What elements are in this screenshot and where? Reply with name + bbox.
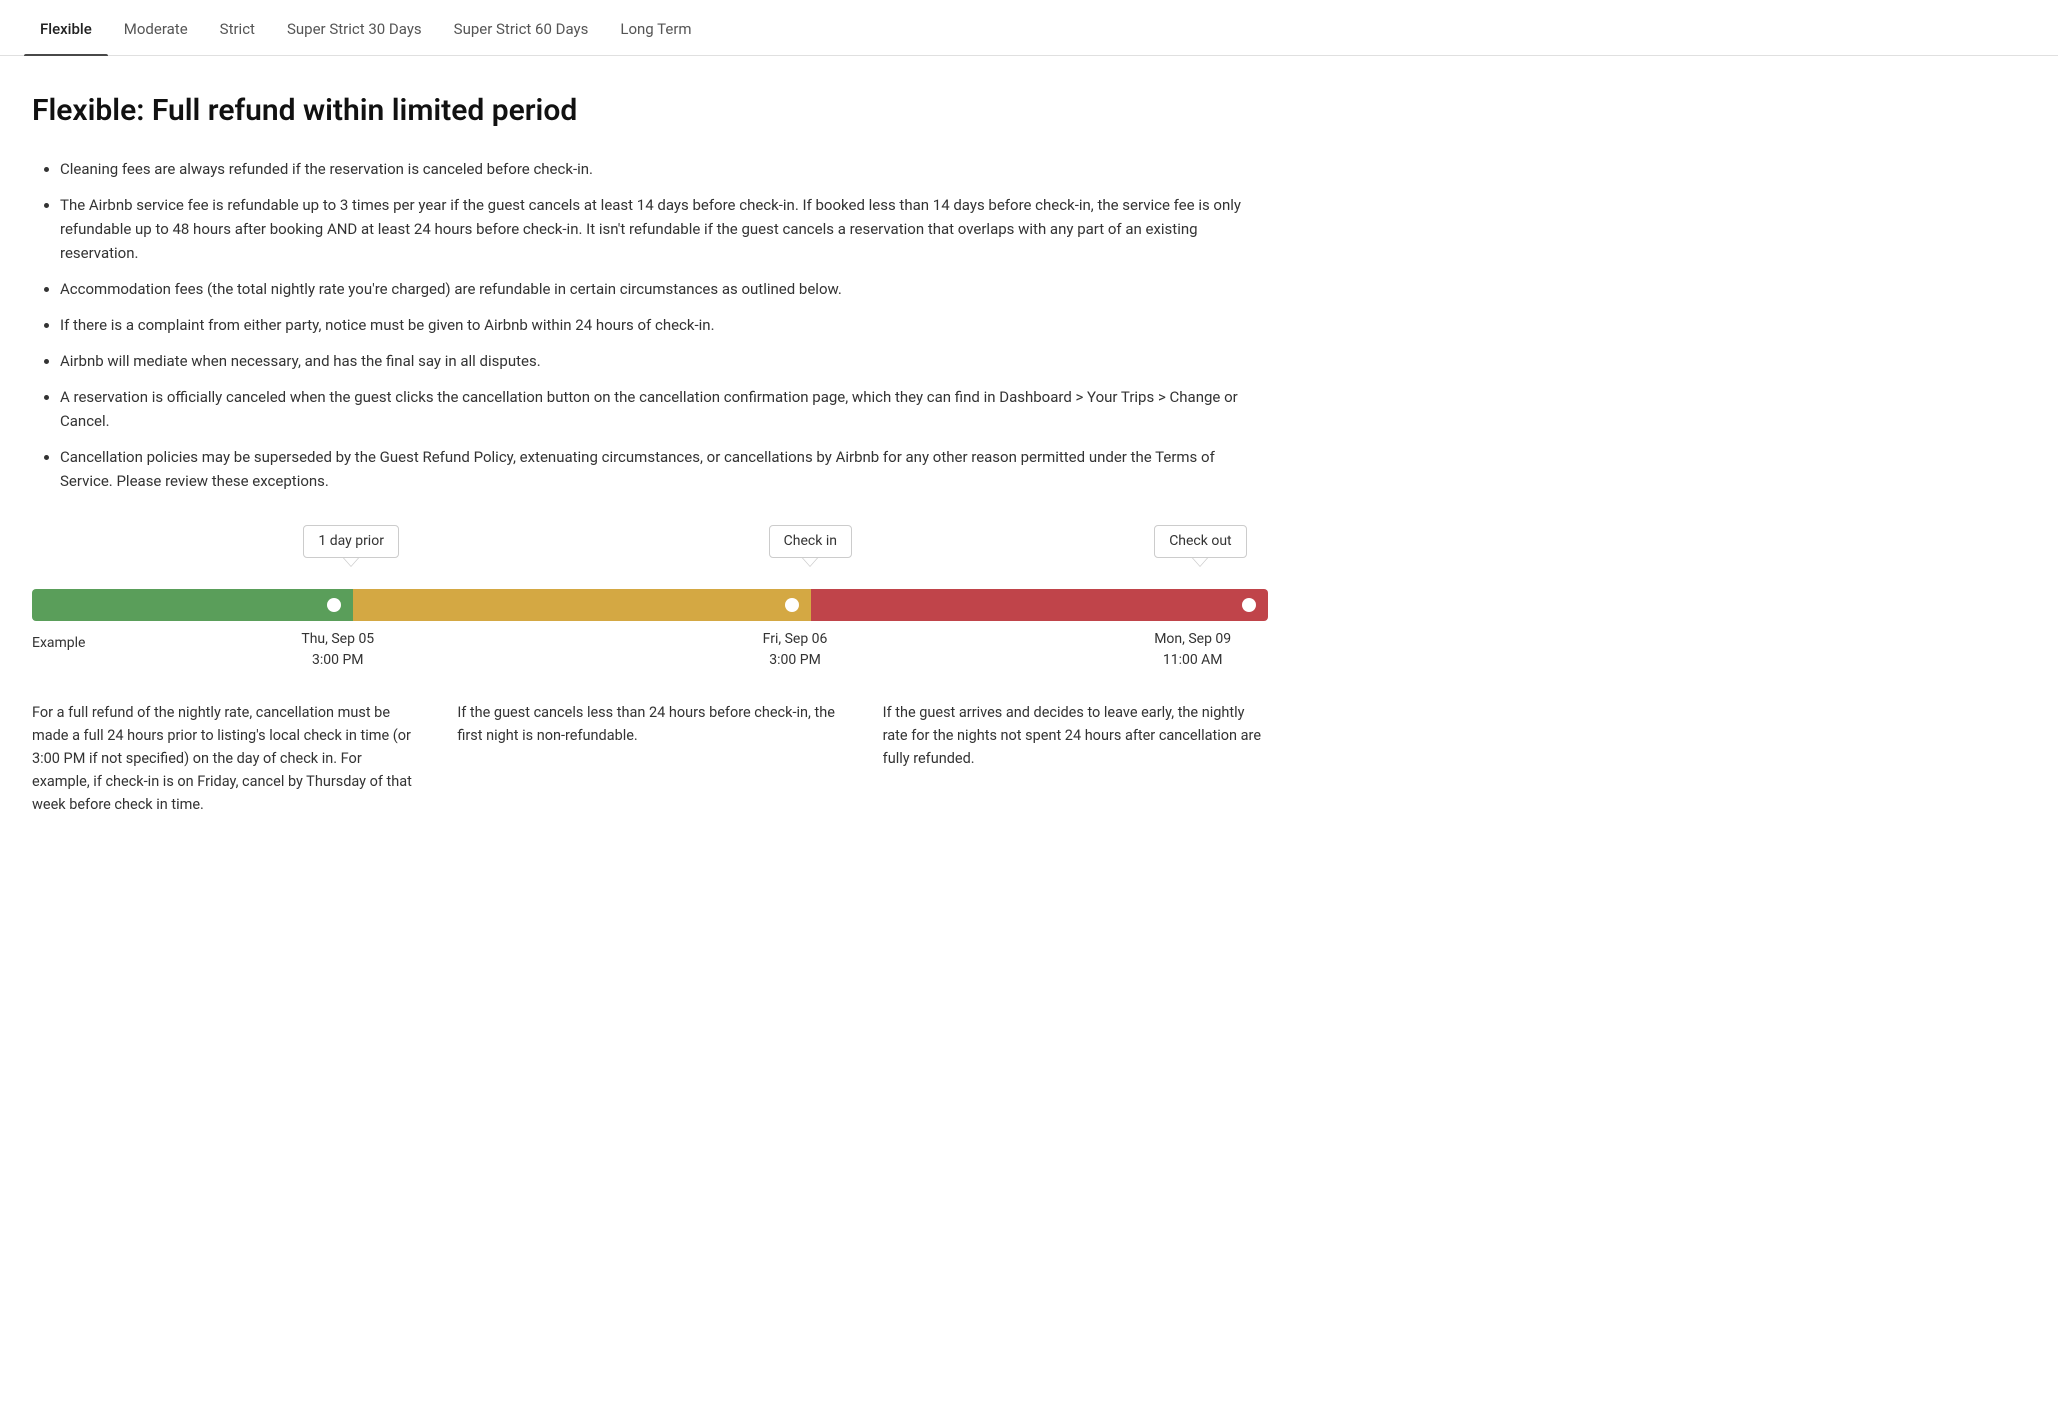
date-3: Mon, Sep 09 11:00 AM [1154, 629, 1231, 671]
tab-moderate[interactable]: Moderate [108, 0, 204, 55]
label-box-prior: 1 day prior [303, 525, 399, 558]
dot-prior [327, 598, 341, 612]
progress-bar [32, 589, 1268, 621]
label-box-checkout: Check out [1154, 525, 1246, 558]
label-check-in: Check in [769, 525, 852, 567]
label-check-out: Check out [1154, 525, 1246, 567]
timeline-labels-row: 1 day prior Check in Check out [32, 525, 1268, 589]
timeline-section: 1 day prior Check in Check out [32, 525, 1268, 817]
desc-col-3: If the guest arrives and decides to leav… [883, 701, 1268, 817]
page-title: Flexible: Full refund within limited per… [32, 88, 1268, 133]
dot-checkin [785, 598, 799, 612]
descriptions-row: For a full refund of the nightly rate, c… [32, 701, 1268, 817]
desc-col-2: If the guest cancels less than 24 hours … [457, 701, 842, 817]
list-item: Cancellation policies may be superseded … [60, 445, 1268, 493]
list-item: Accommodation fees (the total nightly ra… [60, 277, 1268, 301]
tab-strict[interactable]: Strict [204, 0, 271, 55]
arrow-prior [343, 558, 359, 567]
list-item: Airbnb will mediate when necessary, and … [60, 349, 1268, 373]
main-content: Flexible: Full refund within limited per… [0, 56, 1300, 857]
list-item: If there is a complaint from either part… [60, 313, 1268, 337]
bar-yellow [353, 589, 810, 621]
label-box-checkin: Check in [769, 525, 852, 558]
arrow-checkin [802, 558, 818, 567]
date-1: Thu, Sep 05 3:00 PM [301, 629, 374, 671]
tab-super-strict-60[interactable]: Super Strict 60 Days [438, 0, 605, 55]
desc-col-1: For a full refund of the nightly rate, c… [32, 701, 417, 817]
bar-green [32, 589, 353, 621]
date-2: Fri, Sep 06 3:00 PM [763, 629, 828, 671]
list-item: A reservation is officially canceled whe… [60, 385, 1268, 433]
dates-row: Example Thu, Sep 05 3:00 PM Fri, Sep 06 … [32, 629, 1268, 673]
bar-red [811, 589, 1268, 621]
list-item: The Airbnb service fee is refundable up … [60, 193, 1268, 265]
example-label: Example [32, 633, 85, 654]
tab-flexible[interactable]: Flexible [24, 0, 108, 55]
arrow-checkout [1192, 558, 1208, 567]
list-item: Cleaning fees are always refunded if the… [60, 157, 1268, 181]
tab-long-term[interactable]: Long Term [604, 0, 707, 55]
policy-list: Cleaning fees are always refunded if the… [32, 157, 1268, 493]
tab-super-strict-30[interactable]: Super Strict 30 Days [271, 0, 438, 55]
dot-checkout [1242, 598, 1256, 612]
label-1-day-prior: 1 day prior [303, 525, 399, 567]
tabs-bar: Flexible Moderate Strict Super Strict 30… [0, 0, 2058, 56]
